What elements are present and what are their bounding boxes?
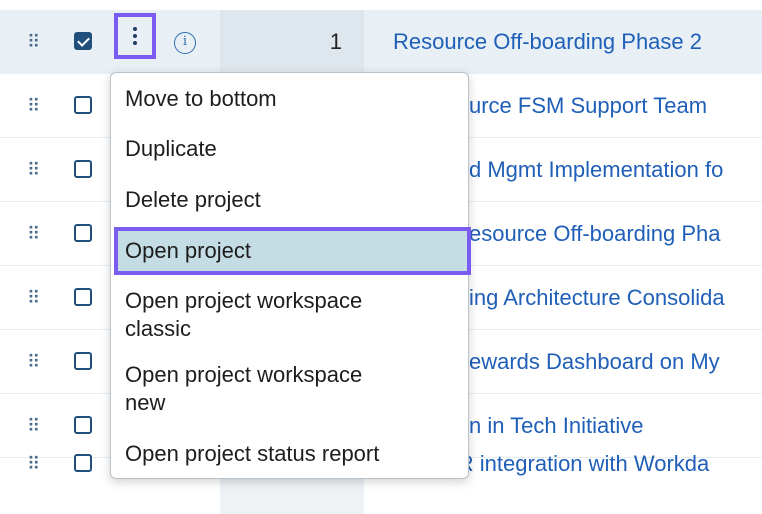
project-link[interactable]: esource Off-boarding Pha — [469, 202, 721, 265]
drag-handle-icon[interactable]: ⠿ — [27, 160, 40, 180]
drag-handle-icon[interactable]: ⠿ — [27, 224, 40, 244]
row-checkbox[interactable] — [74, 288, 92, 306]
row-number: 1 — [329, 29, 342, 54]
row-number-cell: 1 — [220, 10, 364, 73]
row-checkbox[interactable] — [74, 454, 92, 472]
row-checkbox[interactable] — [74, 32, 92, 50]
drag-handle-icon[interactable]: ⠿ — [27, 454, 40, 474]
row-checkbox[interactable] — [74, 224, 92, 242]
project-link[interactable]: ing Architecture Consolida — [469, 266, 725, 329]
menu-item-move-to-bottom[interactable]: Move to bottom — [111, 85, 468, 113]
menu-item-delete-project[interactable]: Delete project — [111, 186, 468, 214]
project-link[interactable]: urce FSM Support Team — [469, 74, 707, 137]
row-checkbox[interactable] — [74, 96, 92, 114]
row-checkbox[interactable] — [74, 160, 92, 178]
drag-handle-icon[interactable]: ⠿ — [27, 96, 40, 116]
project-link[interactable]: Resource Off-boarding Phase 2 — [393, 10, 702, 73]
project-link[interactable]: ewards Dashboard on My — [469, 330, 720, 393]
menu-item-open-project-status-report[interactable]: Open project status report — [111, 440, 468, 468]
row-context-menu: Move to bottom Duplicate Delete project … — [110, 72, 471, 479]
project-link[interactable]: d Mgmt Implementation fo — [469, 138, 723, 201]
drag-handle-icon[interactable]: ⠿ — [27, 32, 40, 52]
drag-handle-icon[interactable]: ⠿ — [27, 288, 40, 308]
row-checkbox[interactable] — [74, 352, 92, 370]
more-actions-button[interactable] — [114, 13, 156, 59]
menu-item-open-project-workspace-new[interactable]: Open project workspace new — [111, 361, 468, 417]
menu-item-open-project[interactable]: Open project — [114, 227, 471, 275]
menu-item-duplicate[interactable]: Duplicate — [111, 135, 468, 163]
drag-handle-icon[interactable]: ⠿ — [27, 352, 40, 372]
info-icon[interactable]: i — [174, 32, 196, 54]
table-row[interactable]: ⠿ i 1 Resource Off-boarding Phase 2 — [0, 10, 762, 74]
menu-item-open-project-workspace-classic[interactable]: Open project workspace classic — [111, 287, 468, 343]
